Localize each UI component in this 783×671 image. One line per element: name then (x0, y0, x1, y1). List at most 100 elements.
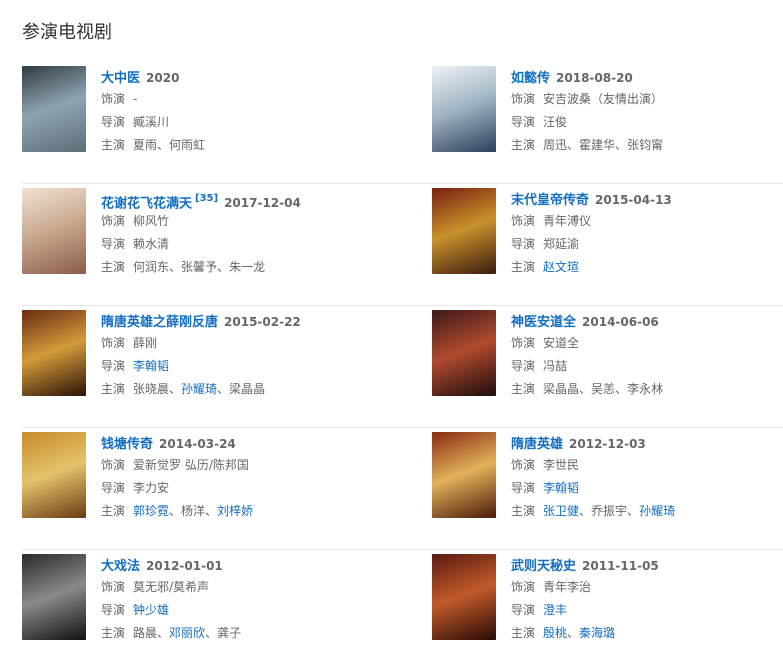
director-line: 导演 钟少雄 (101, 599, 391, 622)
director-label: 导演 (511, 115, 536, 129)
separator: 、 (169, 382, 182, 396)
cast-name: 梁晶晶 (229, 382, 266, 396)
cast-name: 夏雨 (133, 138, 158, 152)
cast-name: 张晓晨 (133, 382, 170, 396)
separator: 、 (567, 138, 580, 152)
poster-image[interactable] (432, 188, 496, 274)
separator: 、 (169, 504, 182, 518)
show-card: 武则天秘史 2011-11-05 饰演 青年李治 导演 澄丰 主演 殷桃、秦海璐 (432, 550, 782, 671)
poster-image[interactable] (22, 66, 86, 152)
show-date: 2011-11-05 (582, 559, 659, 573)
separator: 、 (567, 626, 580, 640)
director-label: 导演 (101, 115, 126, 129)
separator: 、 (157, 138, 170, 152)
director-line: 导演 李翰韬 (101, 355, 391, 378)
cast-label: 主演 (101, 504, 126, 518)
director-link[interactable]: 澄丰 (543, 603, 567, 617)
cast-name: 吴恙 (591, 382, 616, 396)
show-title-link[interactable]: 大戏法 (101, 559, 140, 574)
separator: 、 (579, 382, 592, 396)
cast-link[interactable]: 邓丽欣 (169, 626, 205, 640)
role-label: 饰演 (511, 214, 536, 228)
cast-label: 主演 (101, 260, 126, 274)
poster-image[interactable] (432, 310, 496, 396)
director-name: 郑延渝 (543, 237, 580, 251)
role-name: 李世民 (543, 458, 580, 472)
poster-image[interactable] (432, 432, 496, 518)
role-line: 饰演 青年李治 (511, 576, 783, 599)
cast-link[interactable]: 张卫健 (543, 504, 579, 518)
show-date: 2017-12-04 (224, 196, 301, 211)
director-link[interactable]: 李翰韬 (133, 359, 169, 373)
separator: 、 (217, 382, 230, 396)
role-label: 饰演 (511, 458, 536, 472)
cast-link[interactable]: 秦海璐 (579, 626, 615, 640)
show-row: 大戏法 2012-01-01 饰演 莫无邪/莫希声 导演 钟少雄 主演 路晨、邓丽欣、龚子 武则… (22, 550, 783, 671)
show-title-link[interactable]: 钱塘传奇 (101, 437, 153, 452)
role-line: 饰演 安吉波桑（友情出演） (511, 88, 783, 111)
separator: 、 (217, 260, 230, 274)
role-label: 饰演 (101, 336, 126, 350)
cast-line: 主演 何润东、张馨予、朱一龙 (101, 256, 391, 279)
show-info: 神医安道全 2014-06-06 饰演 安道全 导演 冯喆 主演 梁晶晶、吴恙、李永林 (511, 310, 783, 401)
director-line: 导演 臧溪川 (101, 111, 391, 134)
show-card: 神医安道全 2014-06-06 饰演 安道全 导演 冯喆 主演 梁晶晶、吴恙、李永林 (432, 306, 782, 427)
show-date: 2012-12-03 (569, 437, 646, 451)
cast-link[interactable]: 郭珍霓 (133, 504, 169, 518)
poster-image[interactable] (22, 310, 86, 396)
poster-image[interactable] (22, 432, 86, 518)
director-name: 赖水清 (133, 237, 170, 251)
director-label: 导演 (101, 359, 126, 373)
show-title-link[interactable]: 隋唐英雄 (511, 437, 563, 452)
director-line: 导演 李力安 (101, 477, 391, 500)
cast-link[interactable]: 刘梓娇 (217, 504, 253, 518)
role-label: 饰演 (101, 458, 126, 472)
director-line: 导演 赖水清 (101, 233, 391, 256)
director-link[interactable]: 钟少雄 (133, 603, 169, 617)
director-label: 导演 (511, 359, 536, 373)
cast-label: 主演 (511, 626, 536, 640)
show-info: 大戏法 2012-01-01 饰演 莫无邪/莫希声 导演 钟少雄 主演 路晨、邓丽欣、龚子 (101, 554, 391, 645)
cast-name: 乔振宇 (591, 504, 628, 518)
role-label: 饰演 (511, 580, 536, 594)
title-line: 神医安道全 2014-06-06 (511, 310, 783, 332)
show-title-link[interactable]: 武则天秘史 (511, 559, 576, 574)
show-info: 隋唐英雄 2012-12-03 饰演 李世民 导演 李翰韬 主演 张卫健、乔振宇、孙耀琦 (511, 432, 783, 523)
show-title-link[interactable]: 神医安道全 (511, 315, 576, 330)
show-info: 如懿传 2018-08-20 饰演 安吉波桑（友情出演） 导演 汪俊 主演 周迅、霍建华、张钧… (511, 66, 783, 157)
show-info: 大中医 2020 饰演 - 导演 臧溪川 主演 夏雨、何雨虹 (101, 66, 391, 157)
show-row: 花谢花飞花满天 [35] 2017-12-04 饰演 柳风竹 导演 赖水清 主演 何润东、张馨予… (22, 184, 783, 306)
separator: 、 (205, 626, 218, 640)
show-date: 2018-08-20 (556, 71, 633, 85)
title-line: 大戏法 2012-01-01 (101, 554, 391, 576)
poster-image[interactable] (22, 188, 86, 274)
director-line: 导演 李翰韬 (511, 477, 783, 500)
cast-link[interactable]: 孙耀琦 (181, 382, 217, 396)
director-name: 李力安 (133, 481, 170, 495)
tv-show-grid: 大中医 2020 饰演 - 导演 臧溪川 主演 夏雨、何雨虹 如懿传 2018-08-20 饰演 安吉… (22, 62, 783, 671)
director-name: 汪俊 (543, 115, 568, 129)
show-title-link[interactable]: 大中医 (101, 71, 140, 86)
show-title-link[interactable]: 隋唐英雄之薛刚反唐 (101, 315, 218, 330)
cast-name: 张馨予 (181, 260, 218, 274)
show-title-link[interactable]: 如懿传 (511, 71, 550, 86)
cast-link[interactable]: 殷桃 (543, 626, 567, 640)
cast-name: 何雨虹 (169, 138, 206, 152)
role-name: 莫无邪/莫希声 (133, 580, 210, 594)
poster-image[interactable] (432, 66, 496, 152)
reference-link[interactable]: [35] (195, 193, 218, 204)
poster-image[interactable] (22, 554, 86, 640)
cast-line: 主演 梁晶晶、吴恙、李永林 (511, 378, 783, 401)
poster-image[interactable] (432, 554, 496, 640)
show-card: 如懿传 2018-08-20 饰演 安吉波桑（友情出演） 导演 汪俊 主演 周迅、霍建华、张钧… (432, 62, 782, 183)
show-info: 钱塘传奇 2014-03-24 饰演 爱新觉罗 弘历/陈邦国 导演 李力安 主演 郭珍霓、杨洋… (101, 432, 391, 523)
director-link[interactable]: 李翰韬 (543, 481, 579, 495)
show-date: 2015-04-13 (595, 193, 672, 207)
cast-link[interactable]: 赵文瑄 (543, 260, 579, 274)
role-label: 饰演 (101, 92, 126, 106)
show-date: 2014-03-24 (159, 437, 236, 451)
show-title-link[interactable]: 末代皇帝传奇 (511, 193, 589, 208)
cast-link[interactable]: 孙耀琦 (639, 504, 675, 518)
title-line: 如懿传 2018-08-20 (511, 66, 783, 88)
role-name: 柳风竹 (133, 214, 170, 228)
